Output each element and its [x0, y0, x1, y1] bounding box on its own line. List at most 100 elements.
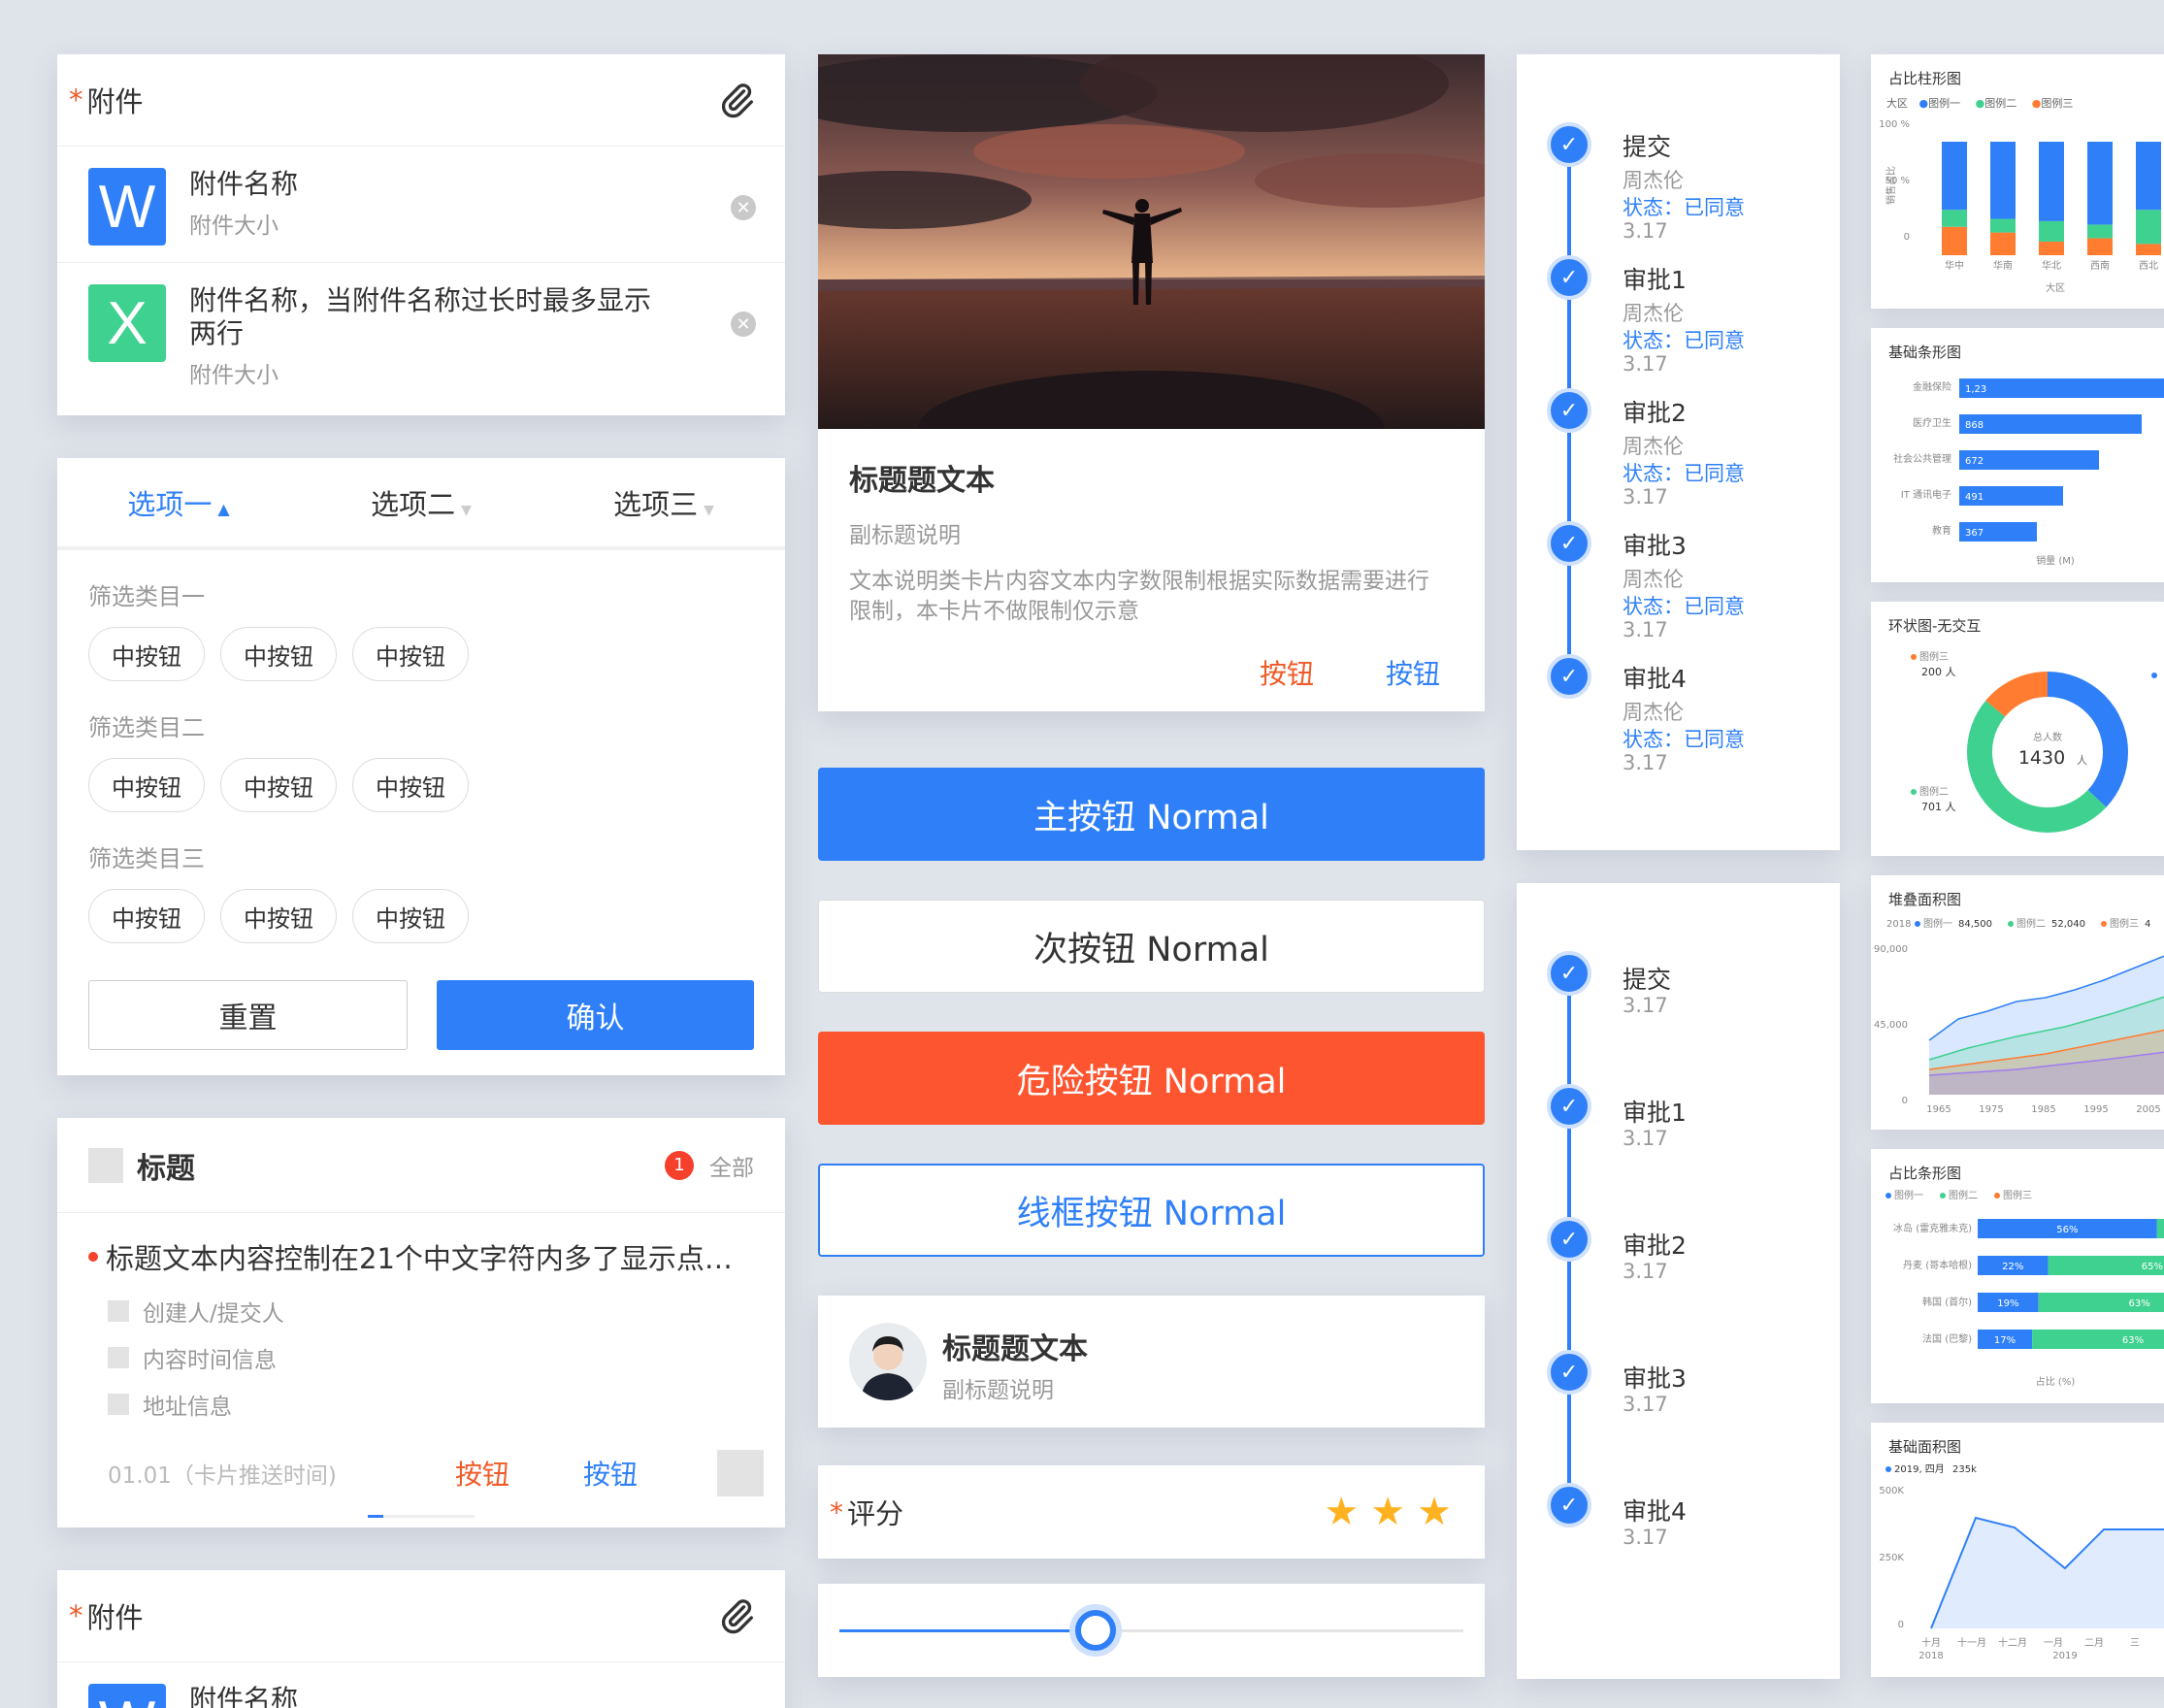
secondary-button[interactable]: 次按钮 Normal — [818, 900, 1485, 993]
confirm-button[interactable]: 确认 — [437, 980, 754, 1050]
legend-value: 84,500 — [1958, 919, 1992, 930]
data-label: 63% — [2122, 1335, 2144, 1346]
legend-dot — [1915, 921, 1920, 927]
star-icon[interactable]: ★ — [1370, 1493, 1405, 1531]
outline-button[interactable]: 线框按钮 Normal — [818, 1164, 1485, 1257]
legend-dot — [1994, 1193, 2000, 1199]
x-tick-label: 华南 — [1993, 259, 2013, 272]
attachment-name: 附件名称 — [189, 1684, 299, 1708]
timeline-status: 状态：已同意 — [1623, 196, 1745, 219]
x-tick-label: 西北 — [2139, 260, 2158, 272]
bar-segment — [2039, 142, 2064, 221]
timeline-title: 提交 — [1623, 133, 1672, 161]
card-icon — [88, 1147, 123, 1183]
attachment-item[interactable]: W 附件名称 附件大小 ✕ — [57, 147, 785, 263]
stacked-column-chart: 占比柱形图 大区 ●图例一 ●图例二 ●图例三 100 % 50 % 0 销售占比 华中… — [1871, 54, 2164, 309]
avatar — [849, 1323, 927, 1400]
view-all-link[interactable]: 全部 — [709, 1149, 754, 1182]
attachment-size: 附件大小 — [189, 363, 279, 388]
bar-segment — [2039, 220, 2064, 242]
data-label: 367 — [1965, 528, 1984, 539]
area-series — [1931, 1518, 2164, 1628]
action-button-blue[interactable]: 按钮 — [1386, 653, 1440, 692]
rating-field: * 评分 ★ ★ ★ — [818, 1465, 1485, 1559]
slider-thumb[interactable] — [1074, 1610, 1116, 1651]
attachment-header: * 附件 — [57, 54, 785, 147]
slider-track[interactable] — [839, 1610, 1463, 1651]
data-label: 19% — [1997, 1298, 2018, 1309]
tab-option-2[interactable]: 选项二 ▼ — [300, 482, 542, 523]
check-icon: ✓ — [1547, 951, 1591, 996]
slider-fill — [839, 1629, 1096, 1632]
paperclip-icon[interactable] — [717, 81, 756, 119]
check-icon: ✓ — [1547, 1350, 1591, 1395]
filter-pill[interactable]: 中按钮 — [88, 758, 205, 812]
y-tick-label: 金融保险 — [1913, 380, 1951, 393]
y-tick-label: 教育 — [1932, 524, 1951, 537]
y-axis-label: 销售占比 — [1885, 166, 1897, 205]
timeline-title: 审批2 — [1623, 399, 1687, 427]
filter-pill[interactable]: 中按钮 — [220, 889, 337, 943]
remove-icon[interactable]: ✕ — [731, 312, 756, 337]
legend-year: 2018 — [1886, 919, 1911, 930]
filter-pill[interactable]: 中按钮 — [352, 758, 469, 812]
list-headline[interactable]: 标题文本内容控制在21个中文字符内多了显示点… — [106, 1236, 733, 1277]
filter-pill[interactable]: 中按钮 — [220, 627, 337, 681]
attachment-name: 附件名称，当附件名称过长时最多显示两行 — [189, 284, 652, 349]
tooltip-label: 2019, 四月 — [1894, 1463, 1945, 1475]
attachment-item[interactable]: X 附件名称，当附件名称过长时最多显示两行 附件大小 ✕ — [57, 263, 785, 413]
data-label: 22% — [2002, 1262, 2023, 1272]
timeline-title: 提交 — [1623, 966, 1672, 994]
danger-button[interactable]: 危险按钮 Normal — [818, 1032, 1485, 1125]
timeline-title: 审批3 — [1623, 532, 1687, 560]
tab-option-1[interactable]: 选项一 ▲ — [57, 482, 300, 523]
legend-label: 图例二 — [1919, 785, 1949, 798]
filter-pill[interactable]: 中按钮 — [88, 627, 205, 681]
card-title: 标题 — [137, 1151, 195, 1186]
y-tick-label: 90,000 — [1874, 944, 1908, 955]
attachment-name: 附件名称 — [189, 168, 299, 200]
action-button-red[interactable]: 按钮 — [455, 1454, 509, 1493]
slice-label: 701 人 — [1921, 801, 1956, 813]
y-tick-label: 法国 (巴黎) — [1922, 1332, 1972, 1345]
star-icon[interactable]: ★ — [1324, 1493, 1359, 1531]
legend-dot — [1885, 1193, 1891, 1199]
primary-button[interactable]: 主按钮 Normal — [818, 768, 1485, 861]
timeline-status: 状态：已同意 — [1623, 728, 1745, 751]
user-card[interactable]: 标题题文本 副标题说明 — [818, 1296, 1485, 1428]
timeline-person: 周杰伦 — [1623, 435, 1684, 458]
attachment-card: * 附件 W 附件名称 — [57, 1570, 785, 1708]
x-tick-label: 二月 — [2084, 1637, 2104, 1649]
chart-plot: 2019, 四月 235k 500K 250K 0 十月 十一月 十二月 一月 二月 三 2018 20… — [1879, 1463, 2164, 1661]
filter-pill[interactable]: 中按钮 — [352, 627, 469, 681]
y-tick-label: 100 % — [1879, 119, 1910, 130]
star-icon[interactable]: ★ — [1417, 1493, 1452, 1531]
caret-down-icon: ▼ — [704, 502, 714, 518]
bar-segment — [2136, 244, 2161, 255]
filter-pill[interactable]: 中按钮 — [88, 889, 205, 943]
bar-segment — [2032, 1330, 2164, 1349]
remove-icon[interactable]: ✕ — [731, 195, 756, 220]
center-unit: 人 — [2077, 754, 2087, 767]
required-mark: * — [69, 1599, 83, 1632]
data-label: 63% — [2129, 1298, 2150, 1309]
tab-option-3[interactable]: 选项三 ▼ — [542, 482, 785, 523]
filter-pill[interactable]: 中按钮 — [220, 758, 337, 812]
data-label: 868 — [1965, 420, 1984, 431]
chart-plot: 100 %50 %0销售占比华中 华南 华北 西南 西北大区 — [1879, 119, 2161, 294]
x-year-label: 2019 — [2052, 1651, 2077, 1661]
star-rating[interactable]: ★ ★ ★ — [1324, 1493, 1452, 1531]
bar-segment — [2087, 238, 2113, 255]
legend-label: 图例二 — [2016, 917, 2046, 930]
legend-dot — [2101, 921, 2107, 927]
paperclip-icon[interactable] — [717, 1596, 756, 1635]
filter-pill[interactable]: 中按钮 — [352, 889, 469, 943]
action-button-blue[interactable]: 按钮 — [583, 1454, 638, 1493]
bar-segment — [1990, 142, 2016, 219]
required-mark: * — [830, 1495, 843, 1528]
reset-button[interactable]: 重置 — [88, 980, 408, 1050]
legend-dot — [1911, 654, 1917, 660]
action-button-red[interactable]: 按钮 — [1260, 653, 1314, 692]
check-icon: ✓ — [1547, 255, 1591, 300]
data-label: 56% — [2056, 1225, 2078, 1235]
